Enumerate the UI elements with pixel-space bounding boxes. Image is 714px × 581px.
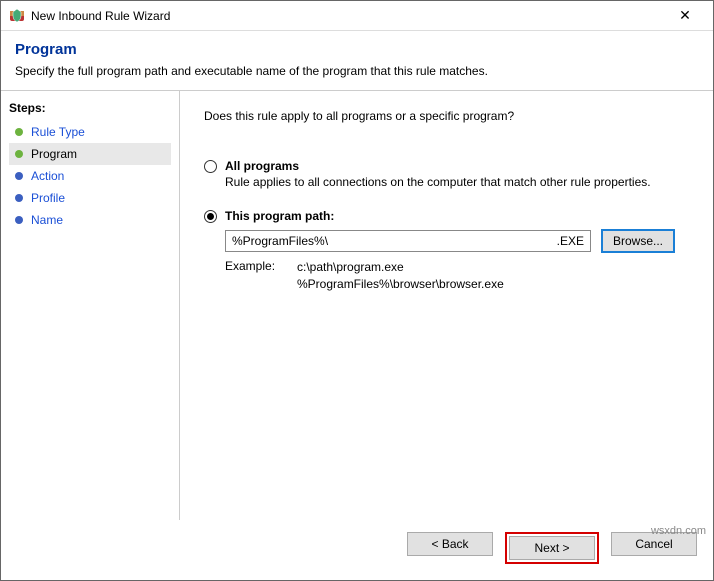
wizard-footer: < Back Next > Cancel: [1, 520, 713, 580]
example-path: c:\path\program.exe: [297, 259, 504, 276]
step-action[interactable]: Action: [9, 165, 171, 187]
steps-sidebar: Steps: Rule Type Program Action Profile …: [1, 91, 179, 520]
input-value: %ProgramFiles%\: [232, 234, 557, 248]
example-path: %ProgramFiles%\browser\browser.exe: [297, 276, 504, 293]
watermark: wsxdn.com: [651, 525, 706, 537]
example-label: Example:: [225, 259, 297, 293]
radio-this-program-path[interactable]: [204, 210, 217, 223]
back-button[interactable]: < Back: [407, 532, 493, 556]
next-highlight: Next >: [505, 532, 599, 564]
option-desc: Rule applies to all connections on the c…: [225, 175, 693, 189]
program-path-input[interactable]: %ProgramFiles%\ .EXE: [225, 230, 591, 252]
wizard-window: New Inbound Rule Wizard ✕ Program Specif…: [0, 0, 714, 581]
page-subtitle: Specify the full program path and execut…: [15, 64, 699, 78]
wizard-body: Steps: Rule Type Program Action Profile …: [1, 91, 713, 520]
wizard-header: Program Specify the full program path an…: [1, 31, 713, 90]
example-block: Example: c:\path\program.exe %ProgramFil…: [225, 259, 693, 293]
page-heading: Program: [15, 41, 699, 58]
step-rule-type[interactable]: Rule Type: [9, 121, 171, 143]
option-title: All programs: [225, 159, 299, 173]
prompt-text: Does this rule apply to all programs or …: [204, 109, 693, 123]
firewall-icon: [9, 8, 25, 24]
bullet-icon: [15, 150, 23, 158]
browse-button[interactable]: Browse...: [601, 229, 675, 253]
option-this-program-path: This program path: %ProgramFiles%\ .EXE …: [204, 209, 693, 293]
option-title: This program path:: [225, 209, 334, 223]
steps-title: Steps:: [9, 101, 171, 115]
step-label: Rule Type: [31, 125, 85, 139]
step-profile[interactable]: Profile: [9, 187, 171, 209]
step-program[interactable]: Program: [9, 143, 171, 165]
bullet-icon: [15, 172, 23, 180]
step-label: Action: [31, 169, 64, 183]
bullet-icon: [15, 128, 23, 136]
next-button[interactable]: Next >: [509, 536, 595, 560]
step-label: Profile: [31, 191, 65, 205]
wizard-content: Does this rule apply to all programs or …: [180, 91, 713, 520]
radio-all-programs[interactable]: [204, 160, 217, 173]
bullet-icon: [15, 216, 23, 224]
bullet-icon: [15, 194, 23, 202]
close-button[interactable]: ✕: [665, 7, 705, 24]
step-label: Name: [31, 213, 63, 227]
titlebar: New Inbound Rule Wizard ✕: [1, 1, 713, 31]
option-all-programs: All programs Rule applies to all connect…: [204, 159, 693, 189]
step-name[interactable]: Name: [9, 209, 171, 231]
step-label: Program: [31, 147, 77, 161]
input-extension: .EXE: [557, 234, 584, 248]
window-title: New Inbound Rule Wizard: [31, 9, 665, 23]
